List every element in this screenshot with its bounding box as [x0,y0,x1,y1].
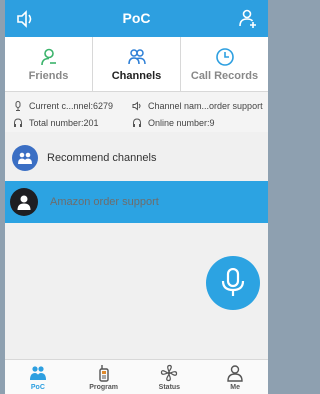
current-channel-row: Current c...nnel:6279 [13,99,113,113]
bottom-nav: PoC Program Status Me [5,359,268,394]
nav-poc[interactable]: PoC [5,360,71,394]
clock-icon [215,47,234,66]
nav-me-label: Me [230,384,240,391]
total-number-text: Total number:201 [29,118,99,128]
channel-name-label: Amazon order support [50,196,159,208]
tab-friends[interactable]: Friends [5,37,93,91]
nav-program[interactable]: Program [71,360,137,394]
recommend-avatar [12,145,38,171]
group-icon [29,366,46,380]
nav-status-label: Status [158,384,181,391]
push-to-talk-button[interactable] [206,256,260,310]
channel-list-item[interactable]: Amazon order support [5,181,268,223]
top-bar: PoC [5,0,268,37]
channel-name-text: Channel nam...order support [148,101,263,111]
person-icon [40,48,56,65]
headset-icon [133,118,141,127]
add-user-icon[interactable] [238,8,258,28]
app-screen: PoC Friends Channels Call Records Curren… [5,0,268,394]
channel-info-panel: Current c...nnel:6279 Channel nam...orde… [5,92,268,132]
nav-poc-label: PoC [30,384,45,391]
walkie-talkie-icon [98,365,109,382]
total-number-row: Total number:201 [13,116,99,130]
tab-channels-label: Channels [111,69,162,82]
group-icon [127,48,146,64]
speaker-icon [132,101,141,111]
person-icon [17,195,31,210]
current-channel-text: Current c...nnel:6279 [29,101,114,111]
microphone-icon [221,268,245,296]
online-number-row: Online number:9 [132,116,215,130]
channel-avatar [10,188,38,216]
recommend-channels-row[interactable]: Recommend channels [5,140,268,176]
tab-call-records[interactable]: Call Records [181,37,268,91]
person-icon [227,365,243,382]
headset-icon [14,118,22,127]
tab-friends-label: Friends [28,69,69,82]
nav-status[interactable]: Status [137,360,203,394]
recommend-channels-label: Recommend channels [47,152,157,164]
channel-name-row: Channel nam...order support [132,99,263,113]
online-number-text: Online number:9 [148,118,215,128]
group-icon [18,152,32,164]
fan-icon [161,364,178,382]
tab-bar: Friends Channels Call Records [5,37,268,92]
nav-me[interactable]: Me [202,360,268,394]
tab-call-records-label: Call Records [190,69,259,82]
microphone-icon [15,101,21,111]
nav-program-label: Program [89,384,119,391]
page-title: PoC [122,10,151,26]
tab-channels[interactable]: Channels [93,37,181,91]
